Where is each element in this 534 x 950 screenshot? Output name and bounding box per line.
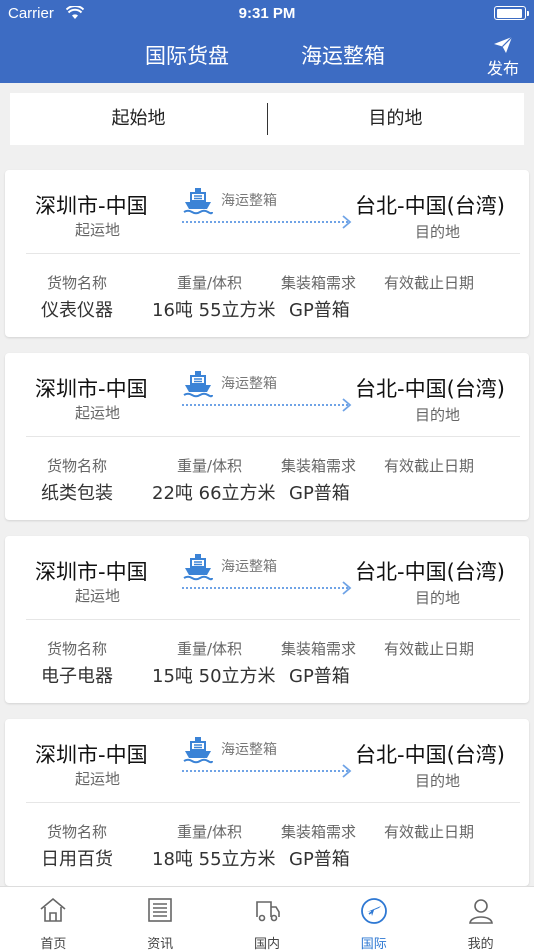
ship-icon [183,371,213,398]
route-arrow-icon [182,764,352,778]
cargo-name-label: 货物名称 [47,457,108,475]
ship-icon [183,188,213,215]
valid-until-label: 有效截止日期 [384,457,475,475]
publish-button[interactable]: 发布 [483,36,523,79]
ship-icon [183,554,213,581]
origin-caption: 起运地 [75,221,121,239]
card-divider [26,619,520,620]
publish-label: 发布 [486,59,519,78]
bottom-nav: 首页 资讯 国内 国际 我的 [0,886,534,950]
weight-volume-label: 重量/体积 [177,823,243,841]
container-label: 集装箱需求 [281,823,357,841]
cargo-name-label: 货物名称 [47,274,108,292]
nav-news-label: 资讯 [147,937,174,950]
nav-domestic-label: 国内 [253,937,280,950]
truck-icon [256,901,280,922]
weight-volume-label: 重量/体积 [177,457,243,475]
container-value: GP普箱 [289,849,350,870]
nav-profile[interactable]: 我的 [427,887,534,950]
tab-international-cargo[interactable]: 国际货盘 [145,40,229,70]
cargo-name-label: 货物名称 [47,640,108,658]
tab-sea-fcl[interactable]: 海运整箱 [301,40,385,70]
weight-volume-label: 重量/体积 [177,640,243,658]
nav-domestic[interactable]: 国内 [214,887,321,950]
cargo-name-value: 仪表仪器 [41,300,113,321]
cargo-card[interactable]: 深圳市-中国 起运地 海运整箱 台北-中国(台湾) 目的地 货物名称 重量/体积… [5,536,529,703]
origin-caption: 起运地 [75,587,121,605]
valid-until-label: 有效截止日期 [384,274,475,292]
weight-volume-value: 15吨 50立方米 [152,666,276,687]
shipping-mode: 海运整箱 [221,193,277,209]
origin-caption: 起运地 [75,770,121,788]
destination-caption: 目的地 [415,772,461,790]
cargo-card[interactable]: 深圳市-中国 起运地 海运整箱 台北-中国(台湾) 目的地 货物名称 重量/体积… [5,719,529,886]
status-bar: Carrier 9:31 PM [0,0,534,26]
weight-volume-value: 22吨 66立方米 [152,483,276,504]
nav-profile-label: 我的 [467,937,494,950]
destination-caption: 目的地 [415,589,461,607]
container-label: 集装箱需求 [281,457,357,475]
origin-city: 深圳市-中国 [35,194,148,218]
shipping-mode: 海运整箱 [221,559,277,575]
valid-until-label: 有效截止日期 [384,823,475,841]
cargo-name-value: 纸类包装 [41,483,113,504]
home-icon [40,897,66,922]
send-icon [494,36,513,53]
destination-city: 台北-中国(台湾) [355,194,505,218]
nav-international-label: 国际 [360,937,387,950]
container-value: GP普箱 [289,300,350,321]
nav-news[interactable]: 资讯 [107,887,214,950]
nav-home-label: 首页 [40,937,67,950]
origin-city: 深圳市-中国 [35,377,148,401]
container-label: 集装箱需求 [281,640,357,658]
app-header: Carrier 9:31 PM 国际货盘 海运整箱 发布 [0,0,534,83]
clock: 9:31 PM [238,5,296,22]
cargo-name-value: 日用百货 [41,849,113,870]
nav-home[interactable]: 首页 [0,887,107,950]
shipping-mode: 海运整箱 [221,742,277,758]
destination-filter[interactable]: 目的地 [267,93,524,145]
container-value: GP普箱 [289,483,350,504]
location-filter: 起始地 目的地 [10,93,524,145]
cargo-name-value: 电子电器 [41,666,113,687]
weight-volume-label: 重量/体积 [177,274,243,292]
nav-international[interactable]: 国际 [320,887,427,950]
cargo-card[interactable]: 深圳市-中国 起运地 海运整箱 台北-中国(台湾) 目的地 货物名称 重量/体积… [5,170,529,337]
origin-caption: 起运地 [75,404,121,422]
weight-volume-value: 18吨 55立方米 [152,849,276,870]
weight-volume-value: 16吨 55立方米 [152,300,276,321]
destination-caption: 目的地 [415,223,461,241]
shipping-mode: 海运整箱 [221,376,277,392]
valid-until-label: 有效截止日期 [384,640,475,658]
origin-city: 深圳市-中国 [35,743,148,767]
route-arrow-icon [182,398,352,412]
battery-icon [494,6,529,20]
cargo-name-label: 货物名称 [47,823,108,841]
route-arrow-icon [182,215,352,229]
container-value: GP普箱 [289,666,350,687]
cargo-card[interactable]: 深圳市-中国 起运地 海运整箱 台北-中国(台湾) 目的地 货物名称 重量/体积… [5,353,529,520]
route-arrow-icon [182,581,352,595]
news-icon [148,898,172,922]
origin-city: 深圳市-中国 [35,560,148,584]
container-label: 集装箱需求 [281,274,357,292]
card-divider [26,253,520,254]
destination-city: 台北-中国(台湾) [355,743,505,767]
origin-filter[interactable]: 起始地 [10,93,267,145]
user-icon [468,899,493,924]
card-divider [26,802,520,803]
destination-caption: 目的地 [415,406,461,424]
destination-city: 台北-中国(台湾) [355,560,505,584]
card-divider [26,436,520,437]
airplane-icon [360,898,387,924]
destination-city: 台北-中国(台湾) [355,377,505,401]
ship-icon [183,737,213,764]
